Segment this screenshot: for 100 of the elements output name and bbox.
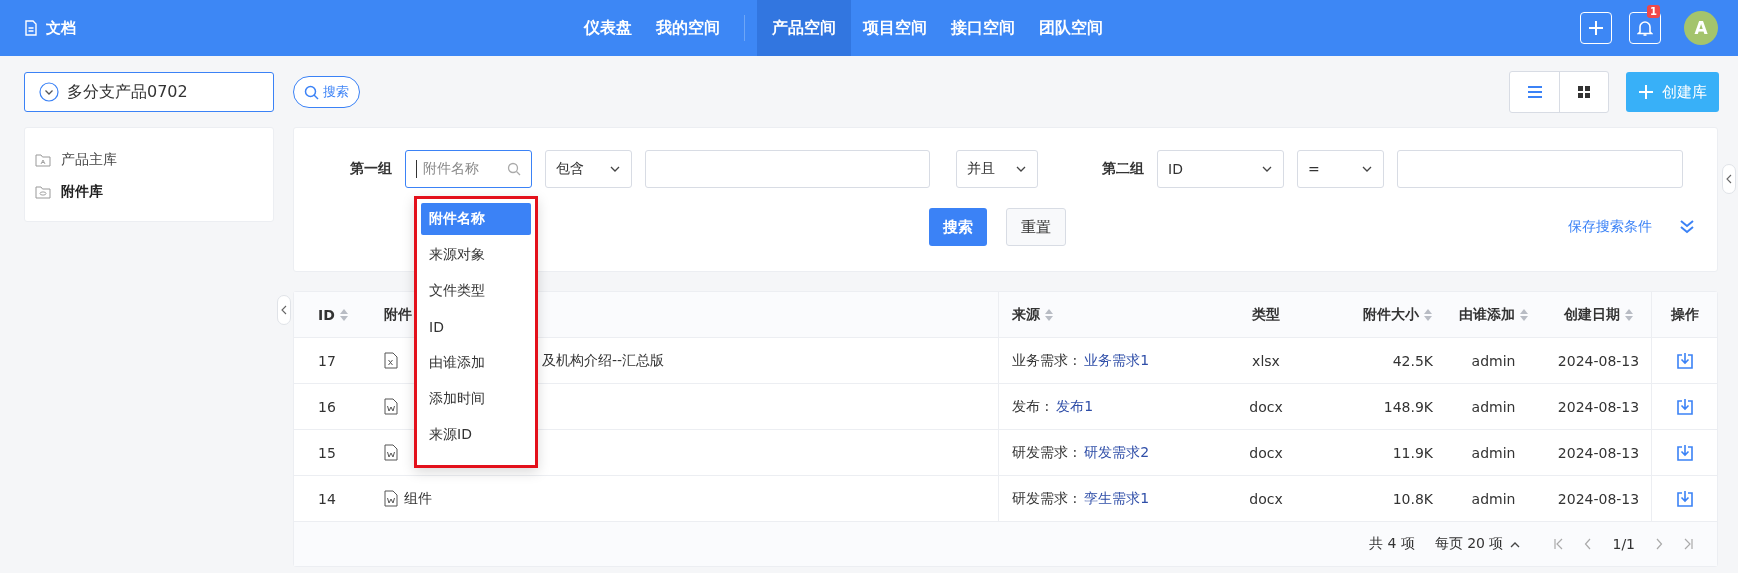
table-cell: 15 [318, 444, 336, 461]
menu-option[interactable]: 来源ID [421, 419, 531, 451]
last-page-icon[interactable] [1683, 538, 1693, 550]
add-button[interactable] [1580, 12, 1612, 44]
total-count: 共 4 项 [1368, 535, 1415, 553]
save-search-link[interactable]: 保存搜索条件 [1568, 218, 1652, 236]
first-page-icon[interactable] [1554, 538, 1565, 550]
chevron-icon [1015, 165, 1027, 173]
column-header: ID [318, 306, 335, 323]
caret-icon [1510, 540, 1521, 548]
file-icon [384, 352, 398, 369]
table-cell: admin [1471, 444, 1516, 461]
nav-tab[interactable]: 团队空间 [1027, 0, 1115, 56]
sort-icon[interactable] [1423, 307, 1433, 322]
sort-icon[interactable] [1044, 307, 1054, 322]
folder-icon [35, 153, 51, 167]
nav-tab[interactable]: 产品空间 [757, 0, 851, 56]
table-cell: 发布 : [1012, 397, 1050, 416]
chevron-icon [39, 82, 59, 102]
menu-option[interactable]: 附件名称 [421, 203, 531, 235]
menu-option[interactable]: 添加时间 [421, 383, 531, 415]
sort-icon[interactable] [1518, 307, 1529, 322]
folder-icon [35, 185, 51, 199]
app-title: 文档 [46, 18, 76, 38]
menu-option[interactable]: 文件类型 [421, 275, 531, 307]
table-cell: 研发需求 : [1012, 443, 1078, 462]
list-icon [1526, 85, 1543, 99]
nav-tab[interactable]: 项目空间 [851, 0, 939, 56]
product-select[interactable]: 多分支产品0702 [24, 72, 274, 112]
table-cell: docx [1249, 490, 1283, 507]
chevron-icon [1361, 165, 1373, 173]
table-cell: admin [1471, 490, 1516, 507]
menu-option[interactable]: 由谁添加 [421, 347, 531, 379]
document-icon [24, 20, 38, 36]
file-icon [384, 398, 398, 415]
source-link[interactable]: 发布1 [1056, 397, 1094, 416]
chevron-icon [609, 165, 621, 173]
source-link[interactable]: 研发需求2 [1084, 443, 1150, 462]
column-header: 由谁添加 [1458, 305, 1515, 324]
table-cell: 2024-08-13 [1557, 398, 1640, 415]
page-size-select[interactable]: 每页 20 项 [1434, 535, 1521, 553]
value-input[interactable] [1397, 150, 1683, 188]
nav-tab[interactable]: 我的空间 [644, 0, 732, 56]
sort-icon[interactable] [338, 307, 349, 322]
table-cell: 16 [318, 398, 336, 415]
nav-tab[interactable]: 仪表盘 [572, 0, 644, 56]
page-indicator: 1/1 [1612, 536, 1635, 552]
table-cell: 研发需求 : [1012, 489, 1078, 508]
source-link[interactable]: 孪生需求1 [1084, 489, 1150, 508]
table-cell: 14 [318, 490, 336, 507]
grid-icon [1577, 85, 1591, 99]
table-cell: docx [1249, 398, 1283, 415]
table-cell: 2024-08-13 [1557, 490, 1640, 507]
next-page-icon[interactable] [1655, 538, 1663, 550]
table-cell: 2024-08-13 [1557, 352, 1640, 369]
table-cell: admin [1471, 352, 1516, 369]
plus-icon [1638, 84, 1654, 100]
file-icon [384, 490, 398, 507]
library-item[interactable]: 产品主库 [35, 144, 263, 176]
download-icon[interactable] [1675, 397, 1694, 416]
download-icon[interactable] [1675, 351, 1694, 370]
menu-option[interactable]: 来源对象 [421, 239, 531, 271]
table-cell: 及机构介绍--汇总版 [542, 351, 665, 370]
previous-page-icon[interactable] [1584, 538, 1593, 550]
table-cell: xlsx [1252, 352, 1280, 369]
download-icon[interactable] [1675, 443, 1694, 462]
table-cell: 2024-08-13 [1557, 444, 1640, 461]
table-cell: admin [1471, 398, 1516, 415]
search-icon [507, 162, 521, 176]
table-cell: 组件 [404, 489, 432, 508]
source-link[interactable]: 业务需求1 [1084, 351, 1150, 370]
nav-tab[interactable]: 接口空间 [939, 0, 1027, 56]
menu-option[interactable]: ID [421, 311, 531, 343]
column-header: 来源 [1012, 305, 1040, 324]
column-header: 类型 [1252, 305, 1280, 324]
file-icon [384, 444, 398, 461]
table-cell: 17 [318, 352, 336, 369]
value-input[interactable] [645, 150, 930, 188]
sort-icon[interactable] [1623, 307, 1634, 322]
table-cell: 业务需求 : [1012, 351, 1078, 370]
field-select[interactable]: ID [1157, 150, 1284, 188]
bell-icon [1637, 19, 1653, 37]
operator-select[interactable]: = [1297, 150, 1384, 188]
field-select[interactable]: 附件名称 [405, 150, 532, 188]
search-button[interactable]: 搜索 [929, 208, 987, 246]
group-label: 第二组 [1102, 160, 1144, 178]
download-icon[interactable] [1675, 489, 1694, 508]
table-cell: 42.5K [1392, 352, 1433, 369]
search-toggle[interactable]: 搜索 [293, 76, 360, 108]
table-cell: 148.9K [1383, 398, 1433, 415]
collapse-handle[interactable] [277, 295, 291, 325]
plus-icon [1587, 19, 1605, 37]
reset-button[interactable]: 重置 [1006, 208, 1066, 246]
operator-select[interactable]: 包含 [545, 150, 632, 188]
collapse-handle[interactable] [1722, 164, 1736, 194]
column-header: 附件 [384, 305, 412, 324]
library-item[interactable]: 附件库 [35, 176, 263, 208]
expand-icon[interactable] [1679, 219, 1695, 235]
join-select[interactable]: 并且 [956, 150, 1038, 188]
column-header: 操作 [1670, 305, 1699, 324]
